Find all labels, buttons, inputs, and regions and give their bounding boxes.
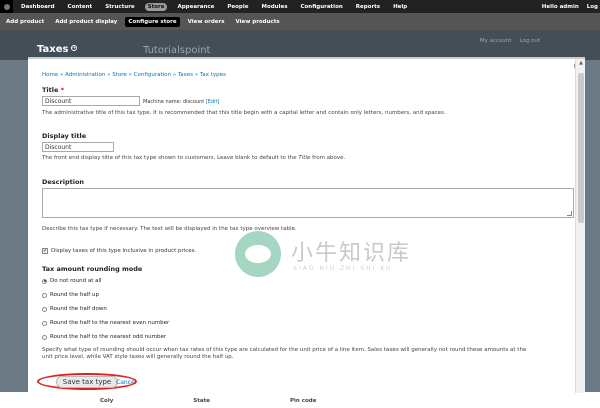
rounding-option-half-up[interactable]: Round the half up xyxy=(42,292,99,298)
shortcut-add-product-display[interactable]: Add product display xyxy=(52,18,120,26)
description-textarea[interactable] xyxy=(42,188,574,218)
menu-configuration[interactable]: Configuration xyxy=(297,3,345,11)
display-title-label: Display title xyxy=(42,132,87,140)
breadcrumb-home[interactable]: Home xyxy=(42,72,58,78)
header-links: My account Log out xyxy=(480,38,540,44)
site-name: Tutorialspoint xyxy=(143,45,211,56)
col-state: State xyxy=(193,398,210,404)
machine-name: Machine name: discount [Edit] xyxy=(143,99,220,105)
page-title: Taxes xyxy=(37,44,69,55)
inclusive-checkbox-row[interactable]: ✓ Display taxes of this type inclusive i… xyxy=(42,248,196,254)
resize-grip-icon[interactable] xyxy=(567,211,572,216)
description-label: Description xyxy=(42,178,85,186)
shortcuts-bar: Add product Add product display Configur… xyxy=(0,13,600,30)
menu-appearance[interactable]: Appearance xyxy=(174,3,217,11)
radio-icon[interactable] xyxy=(42,320,47,326)
rounding-description-1: Specify what type of rounding should occ… xyxy=(42,347,527,353)
shortcut-view-products[interactable]: View products xyxy=(232,18,282,26)
admin-menu: Dashboard Content Structure Store Appear… xyxy=(13,2,410,11)
overlay-dialog: × ▲ Home » Administration » Store » Conf… xyxy=(28,57,585,393)
breadcrumb: Home » Administration » Store » Configur… xyxy=(42,72,226,78)
rounding-option-half-down[interactable]: Round the half down xyxy=(42,306,107,312)
title-input[interactable]: Discount xyxy=(42,96,140,106)
breadcrumb-tax-types[interactable]: Tax types xyxy=(200,72,226,78)
menu-content[interactable]: Content xyxy=(65,3,96,11)
user-area: Hello admin Log xyxy=(542,4,600,10)
header-logout-link[interactable]: Log out xyxy=(519,38,540,44)
cancel-link[interactable]: Cancel xyxy=(116,379,136,386)
col-city: Coly xyxy=(100,398,114,404)
breadcrumb-administration[interactable]: Administration xyxy=(65,72,105,78)
page-header: Taxes + Tutorialspoint My account Log ou… xyxy=(0,30,600,60)
background-table: Coly State Pin code xyxy=(0,392,600,408)
logout-link[interactable]: Log xyxy=(587,4,598,10)
my-account-link[interactable]: My account xyxy=(480,38,512,44)
inclusive-checkbox-label: Display taxes of this type inclusive in … xyxy=(51,248,197,254)
rounding-label: Tax amount rounding mode xyxy=(42,265,143,273)
required-marker: * xyxy=(60,86,65,94)
radio-icon[interactable] xyxy=(42,292,47,298)
col-pin-code: Pin code xyxy=(289,398,317,404)
display-title-input[interactable]: Discount xyxy=(42,142,114,152)
hello-user: Hello admin xyxy=(541,3,579,10)
rounding-option-none[interactable]: Do not round at all xyxy=(42,278,102,284)
username-link[interactable]: admin xyxy=(560,4,579,10)
menu-reports[interactable]: Reports xyxy=(353,3,383,11)
title-description: The administrative title of this tax typ… xyxy=(42,110,446,116)
save-tax-type-button[interactable]: Save tax type xyxy=(55,375,119,388)
admin-toolbar: Dashboard Content Structure Store Appear… xyxy=(0,0,600,13)
breadcrumb-configuration[interactable]: Configuration xyxy=(134,72,171,78)
inclusive-checkbox[interactable]: ✓ xyxy=(42,248,48,254)
radio-icon[interactable] xyxy=(42,278,47,284)
menu-help[interactable]: Help xyxy=(390,3,410,11)
breadcrumb-taxes[interactable]: Taxes xyxy=(178,72,193,78)
rounding-description-2: unit price level, while VAT style taxes … xyxy=(42,354,234,360)
menu-store[interactable]: Store xyxy=(144,2,168,11)
shortcut-configure-store[interactable]: Configure store xyxy=(125,16,180,27)
watermark: 小牛知识库 XIAO NIU ZHI SHI KU xyxy=(235,231,435,281)
menu-modules[interactable]: Modules xyxy=(258,3,290,11)
shortcut-view-orders[interactable]: View orders xyxy=(185,18,228,26)
background-table-header: Coly State Pin code xyxy=(100,398,316,404)
watermark-logo-icon xyxy=(235,231,281,277)
menu-people[interactable]: People xyxy=(224,3,251,11)
rounding-option-half-even[interactable]: Round the half to the nearest even numbe… xyxy=(42,320,169,326)
scrollbar[interactable]: ▲ xyxy=(575,59,585,393)
display-title-description: The front end display title of this tax … xyxy=(42,155,346,161)
home-icon[interactable] xyxy=(0,0,13,13)
machine-name-edit-link[interactable]: [Edit] xyxy=(206,99,220,105)
add-shortcut-icon[interactable]: + xyxy=(71,45,77,51)
scroll-up-icon[interactable]: ▲ xyxy=(576,59,586,67)
menu-structure[interactable]: Structure xyxy=(102,3,137,11)
rounding-option-half-odd[interactable]: Round the half to the nearest odd number xyxy=(42,334,166,340)
radio-icon[interactable] xyxy=(42,334,47,340)
scrollbar-thumb[interactable] xyxy=(578,73,584,223)
shortcut-add-product[interactable]: Add product xyxy=(3,18,47,26)
menu-dashboard[interactable]: Dashboard xyxy=(18,3,58,11)
radio-icon[interactable] xyxy=(42,306,47,312)
title-label: Title * xyxy=(42,86,65,94)
breadcrumb-store[interactable]: Store xyxy=(112,72,127,78)
